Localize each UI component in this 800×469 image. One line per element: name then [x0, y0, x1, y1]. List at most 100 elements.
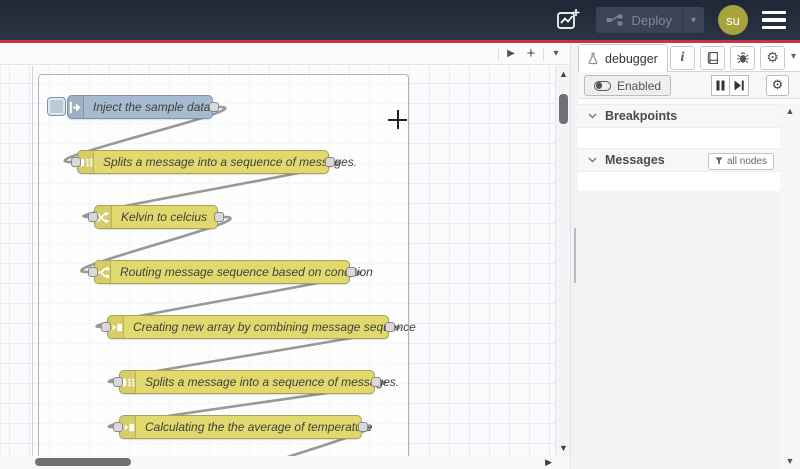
flow-node-function[interactable]: Kelvin to celcius	[94, 205, 218, 229]
scroll-up-arrow-icon[interactable]: ▲	[780, 106, 800, 116]
node-output-port[interactable]	[385, 322, 395, 332]
node-input-port[interactable]	[88, 267, 98, 277]
node-output-port[interactable]	[371, 377, 381, 387]
book-icon	[706, 51, 720, 65]
vertical-scroll-thumb[interactable]	[559, 94, 568, 124]
main-menu-button[interactable]	[762, 11, 786, 29]
tab-debug-messages[interactable]	[730, 46, 755, 70]
deploy-label: Deploy	[631, 12, 672, 28]
deploy-options-caret[interactable]: ▾	[682, 7, 704, 33]
tab-config-nodes[interactable]: ⚙	[760, 46, 785, 70]
inject-icon	[68, 96, 84, 118]
debugger-toolbar: Enabled ⚙	[578, 72, 800, 99]
node-output-port[interactable]	[209, 102, 219, 112]
flow-node-function[interactable]: Creating new array by combining message …	[107, 315, 416, 339]
node-output-port[interactable]	[214, 212, 224, 222]
horizontal-scroll-thumb[interactable]	[35, 458, 131, 466]
tab-debugger-label: debugger	[605, 51, 658, 66]
flow-node-function[interactable]: Splits a message into a sequence of mess…	[119, 370, 399, 394]
tab-info[interactable]: i	[670, 46, 695, 70]
pause-icon	[716, 80, 725, 91]
chevron-down-icon: ▾	[690, 14, 697, 26]
play-right-icon: ▶	[507, 48, 515, 59]
node-label: Calculating the the average of temperatu…	[145, 420, 373, 434]
scroll-down-arrow-icon[interactable]: ▼	[780, 456, 800, 466]
debugger-enabled-toggle[interactable]: Enabled	[584, 75, 672, 96]
messages-title: Messages	[605, 153, 665, 167]
tabstrip-separator	[543, 46, 544, 61]
messages-empty-area	[578, 191, 780, 469]
node-label: Inject the sample data	[93, 100, 211, 114]
splitter-handle-icon	[574, 228, 576, 283]
scroll-up-arrow-icon[interactable]: ▲	[556, 69, 571, 79]
flow-tabstrip: ▶ + ▾	[0, 43, 570, 65]
canvas-horizontal-scrollbar[interactable]: ▶	[0, 456, 570, 469]
node-input-port[interactable]	[113, 377, 123, 387]
user-avatar[interactable]: su	[718, 5, 748, 35]
chevron-down-icon	[588, 113, 597, 119]
node-label: Creating new array by combining message …	[133, 320, 416, 334]
tabstrip-separator	[498, 46, 499, 61]
node-output-port[interactable]	[358, 422, 368, 432]
ai-assistant-button[interactable]	[554, 6, 582, 34]
node-input-port[interactable]	[71, 157, 81, 167]
gear-icon: ⚙	[766, 50, 779, 66]
section-breakpoints[interactable]: Breakpoints	[578, 104, 780, 128]
message-filter-button[interactable]: all nodes	[707, 152, 774, 170]
header-bar: Deploy ▾ su	[0, 0, 800, 43]
step-forward-icon	[734, 80, 744, 91]
scroll-tabs-right-button[interactable]: ▶	[501, 43, 521, 64]
plus-icon: +	[526, 45, 536, 62]
sidebar-scrollbar[interactable]: ▲ ▼	[780, 104, 800, 469]
node-input-port[interactable]	[88, 212, 98, 222]
ai-assistant-icon	[555, 7, 581, 33]
crosshair-cursor	[388, 110, 407, 129]
flask-debugger-icon	[587, 52, 599, 65]
chevron-down-icon: ▾	[790, 51, 796, 62]
pause-button[interactable]	[711, 75, 730, 96]
deploy-icon	[606, 14, 624, 26]
sidebar-splitter[interactable]	[570, 43, 578, 469]
section-messages[interactable]: Messages all nodes	[578, 148, 780, 172]
filter-funnel-icon	[715, 157, 723, 165]
node-input-port[interactable]	[101, 322, 111, 332]
debugger-playback-group	[711, 75, 749, 96]
step-button[interactable]	[730, 75, 749, 96]
hamburger-icon	[762, 11, 786, 15]
flow-node-function[interactable]: Calculating the the average of temperatu…	[119, 415, 372, 439]
info-icon: i	[680, 50, 685, 65]
scroll-right-arrow-icon[interactable]: ▶	[545, 457, 552, 468]
node-red-app: Deploy ▾ su ▶ + ▾ Inject the sample data…	[0, 0, 800, 469]
flow-node-function[interactable]: Routing message sequence based on condit…	[94, 260, 373, 284]
avatar-initials: su	[726, 12, 740, 28]
sidebar-tab-list-caret[interactable]: ▾	[791, 51, 796, 62]
enabled-label: Enabled	[617, 78, 662, 93]
node-label: Splits a message into a sequence of mess…	[145, 375, 400, 389]
flow-list-button[interactable]: ▾	[546, 43, 566, 64]
node-output-port[interactable]	[346, 267, 356, 277]
sidebar-tab-row: debugger i ⚙ ▾	[578, 43, 800, 72]
gear-icon: ⚙	[771, 78, 784, 93]
filter-label: all nodes	[726, 155, 767, 167]
toggle-icon	[594, 80, 611, 91]
debugger-settings-button[interactable]: ⚙	[766, 75, 789, 96]
breakpoints-title: Breakpoints	[605, 109, 678, 123]
node-label: Kelvin to celcius	[120, 210, 207, 224]
tab-debugger[interactable]: debugger	[578, 44, 668, 72]
node-output-port[interactable]	[325, 157, 335, 167]
bug-icon	[736, 51, 750, 65]
add-flow-button[interactable]: +	[521, 43, 541, 64]
chevron-down-icon	[588, 157, 597, 163]
tab-help[interactable]	[700, 46, 725, 70]
canvas-vertical-scrollbar[interactable]: ▲ ▼	[555, 66, 570, 456]
scroll-down-arrow-icon[interactable]: ▼	[556, 443, 571, 453]
node-input-port[interactable]	[113, 422, 123, 432]
node-label: Routing message sequence based on condit…	[120, 265, 373, 279]
right-sidebar: debugger i ⚙ ▾ Enabled ⚙ Breakpoints Mes…	[578, 43, 800, 469]
flow-node-inject[interactable]: Inject the sample data	[67, 95, 213, 119]
flow-canvas[interactable]: Inject the sample data Splits a message i…	[0, 66, 555, 456]
chevron-down-icon: ▾	[553, 48, 559, 59]
flow-node-function[interactable]: Splits a message into a sequence of mess…	[77, 150, 357, 174]
deploy-button[interactable]: Deploy ▾	[595, 7, 704, 33]
inject-trigger-button[interactable]	[47, 97, 66, 116]
